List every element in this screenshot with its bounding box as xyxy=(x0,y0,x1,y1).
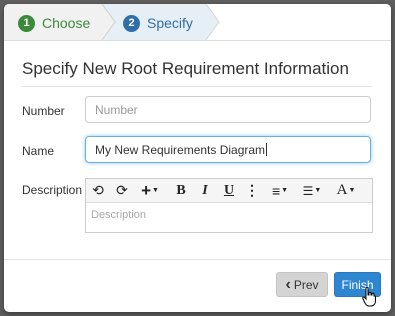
step-label: Specify xyxy=(147,15,193,31)
list-dropdown[interactable]: ☰ ▼ xyxy=(300,179,324,202)
more-options-icon[interactable]: ⋮ xyxy=(245,179,259,202)
wizard-dialog: 1 Choose 2 Specify Specify New Root Requ… xyxy=(4,4,391,312)
chevron-down-icon: ▼ xyxy=(348,187,356,194)
wizard-steps: 1 Choose 2 Specify xyxy=(4,4,391,41)
name-label: Name xyxy=(22,144,55,158)
description-placeholder: Description xyxy=(91,209,147,221)
step-choose[interactable]: 1 Choose xyxy=(18,13,90,33)
footer-divider xyxy=(4,259,391,260)
step-number-badge: 1 xyxy=(18,14,35,32)
step-number-badge: 2 xyxy=(123,14,140,32)
align-left-icon: ≡ xyxy=(271,182,281,199)
align-dropdown[interactable]: ≡ ▼ xyxy=(268,179,292,202)
redo-icon[interactable]: ⟳ xyxy=(114,179,130,202)
chevron-down-icon: ▼ xyxy=(314,187,322,194)
bold-button[interactable]: B xyxy=(174,179,188,202)
step-specify[interactable]: 2 Specify xyxy=(123,13,193,33)
text-caret xyxy=(266,143,268,156)
description-label: Description xyxy=(22,183,83,197)
insert-dropdown[interactable]: + ▼ xyxy=(139,179,161,202)
font-size-dropdown[interactable]: A ▼ xyxy=(334,179,358,202)
prev-button[interactable]: ‹ Prev xyxy=(276,272,328,297)
list-icon: ☰ xyxy=(302,183,314,198)
dialog-title: Specify New Root Requirement Information xyxy=(22,59,372,87)
chevron-down-icon: ▼ xyxy=(281,187,289,194)
number-label: Number xyxy=(22,104,65,118)
name-input-value: My New Requirements Diagram xyxy=(95,142,266,157)
number-input[interactable]: Number xyxy=(85,96,371,123)
step-label: Choose xyxy=(42,15,91,31)
chevron-left-icon: ‹ xyxy=(285,275,291,293)
prev-button-label: Prev xyxy=(293,277,319,292)
underline-button[interactable]: U xyxy=(222,179,236,202)
plus-icon: + xyxy=(141,180,151,200)
italic-button[interactable]: I xyxy=(198,179,212,202)
editor-toolbar: ⟲ ⟳ + ▼ B I U ⋮ ≡ ▼ ☰ ▼ A ▼ xyxy=(86,179,372,203)
chevron-down-icon: ▼ xyxy=(152,187,159,194)
description-editor[interactable]: ⟲ ⟳ + ▼ B I U ⋮ ≡ ▼ ☰ ▼ A ▼ Description xyxy=(85,178,373,233)
undo-icon[interactable]: ⟲ xyxy=(90,179,106,202)
name-input[interactable]: My New Requirements Diagram xyxy=(85,136,371,163)
hand-cursor-icon xyxy=(362,287,376,307)
font-icon: A xyxy=(336,182,348,198)
